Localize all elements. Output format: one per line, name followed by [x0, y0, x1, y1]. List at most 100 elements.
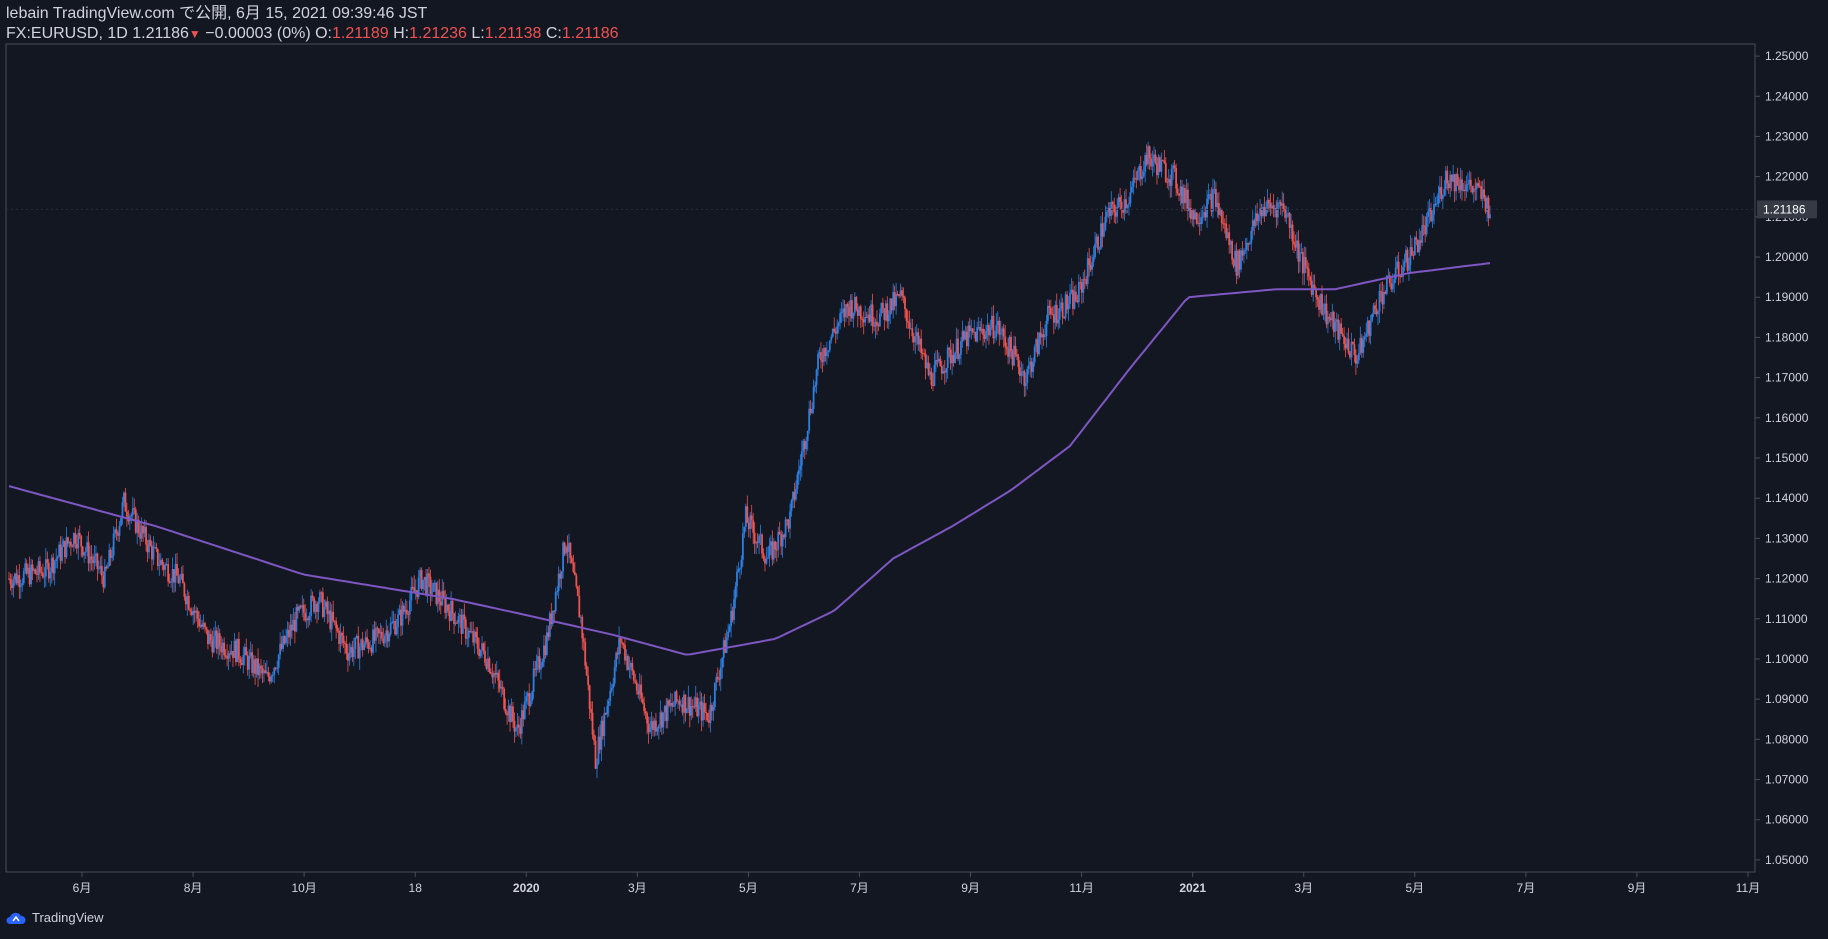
moving-average-line: [8, 262, 1491, 656]
footer-brand: TradingView: [32, 910, 104, 925]
candle-body: [1341, 333, 1344, 336]
candle-body: [323, 607, 326, 617]
candle-body: [1075, 291, 1077, 301]
candle-body: [1307, 268, 1310, 277]
candle-body: [656, 728, 659, 732]
candle-body: [512, 706, 514, 721]
price-chart[interactable]: 1.250001.240001.230001.220001.210001.200…: [0, 0, 1828, 939]
candle-body: [1441, 194, 1444, 199]
candle-body: [632, 670, 635, 681]
candle-body: [1257, 214, 1260, 222]
candle-body: [189, 609, 192, 612]
candle-body: [685, 709, 688, 713]
candle-body: [615, 652, 618, 668]
candle-body: [405, 609, 408, 615]
candle-body: [1231, 241, 1234, 260]
candle-body: [1369, 320, 1372, 336]
candle-body: [19, 585, 22, 588]
candle-body: [1220, 209, 1223, 224]
x-tick-label: 2020: [513, 881, 540, 895]
y-tick-label: 1.20000: [1765, 250, 1809, 264]
candle-body: [584, 641, 587, 666]
candle-body: [805, 440, 808, 450]
candle-body: [585, 665, 588, 676]
candle-body: [531, 691, 534, 701]
candle-body: [1461, 179, 1463, 191]
candle-body: [22, 571, 25, 584]
candle-body: [46, 559, 49, 563]
candle-body: [812, 387, 815, 409]
x-tick-label: 8月: [184, 881, 203, 895]
candle-body: [828, 340, 831, 351]
candle-body: [1352, 341, 1354, 345]
candle-body: [1103, 229, 1105, 237]
candle-body: [572, 562, 575, 573]
candle-body: [1132, 177, 1135, 187]
candle-body: [734, 586, 737, 600]
candle-body: [719, 667, 722, 680]
candle-body: [1363, 336, 1366, 340]
candle-body: [187, 595, 190, 610]
candle-body: [125, 511, 128, 517]
candle-body: [879, 313, 881, 327]
candle-body: [971, 328, 974, 333]
candle-body: [1097, 236, 1099, 250]
y-tick-label: 1.25000: [1765, 49, 1809, 63]
candle-body: [1356, 360, 1359, 364]
candle-body: [628, 667, 631, 670]
candle-body: [814, 385, 816, 388]
candle-body: [242, 655, 245, 665]
candle-body: [484, 651, 486, 663]
candle-body: [1069, 292, 1071, 305]
x-tick-label: 11月: [1069, 881, 1093, 895]
candle-body: [1160, 160, 1163, 172]
candle-body: [310, 595, 312, 616]
candle-body: [133, 508, 136, 510]
candle-body: [768, 545, 771, 558]
candle-body: [739, 568, 741, 570]
candle-body: [1421, 225, 1424, 243]
candle-body: [451, 600, 454, 614]
candle-body: [697, 704, 700, 717]
candle-body: [489, 672, 492, 674]
candle-body: [573, 572, 576, 576]
candle-body: [97, 568, 100, 570]
candle-body: [529, 700, 532, 707]
candle-body: [1362, 339, 1365, 353]
x-tick-label: 9月: [1628, 881, 1647, 895]
candle-body: [408, 600, 411, 615]
candle-body: [391, 622, 394, 624]
candle-body: [774, 541, 777, 550]
candle-body: [591, 712, 594, 735]
candle-body: [895, 294, 898, 307]
candle-body: [1343, 335, 1346, 345]
candle-body: [410, 586, 413, 601]
candle-body: [1142, 171, 1145, 177]
candle-body: [855, 296, 858, 310]
candle-body: [1131, 186, 1133, 193]
candle-body: [1111, 202, 1114, 205]
candle-body: [1433, 204, 1435, 215]
candle-body: [657, 725, 660, 729]
candle-body: [317, 602, 320, 612]
y-tick-label: 1.19000: [1765, 290, 1809, 304]
candle-body: [237, 638, 240, 659]
candle-body: [1105, 212, 1108, 217]
candle-body: [74, 533, 77, 544]
candle-body: [431, 591, 433, 595]
candle-body: [905, 309, 908, 321]
candle-body: [103, 566, 106, 588]
candle-body: [644, 711, 647, 714]
candle-body: [525, 696, 528, 702]
candle-body: [43, 576, 46, 578]
candle-body: [170, 581, 172, 583]
candle-body: [1195, 212, 1198, 224]
candle-body: [945, 368, 948, 373]
candle-body: [588, 685, 591, 709]
candle-body: [820, 352, 822, 361]
y-tick-label: 1.09000: [1765, 692, 1809, 706]
tradingview-logo[interactable]: TradingView: [6, 910, 104, 925]
candle-body: [1212, 189, 1214, 212]
candle-body: [1382, 291, 1385, 305]
candle-body: [1394, 267, 1397, 280]
